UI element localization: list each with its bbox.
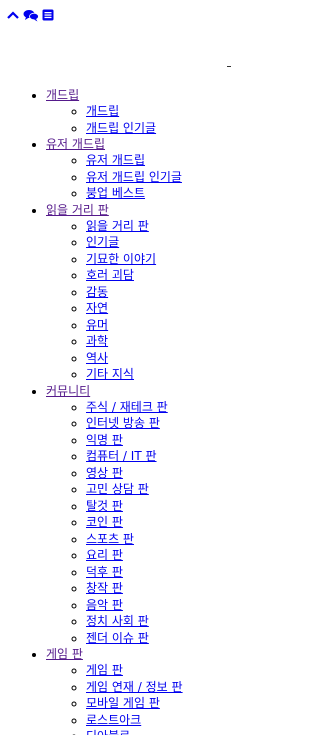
divider-mark (227, 66, 231, 67)
submenu-link[interactable]: 유저 개드립 (86, 153, 145, 167)
submenu-link[interactable]: 붕업 베스트 (86, 186, 145, 200)
submenu-link[interactable]: 인기글 (86, 235, 119, 249)
submenu-list: 게임 판게임 연재 / 정보 판모바일 게임 판로스트아크디아블로LOL (46, 662, 328, 735)
chat-bubbles-icon (23, 9, 39, 21)
submenu-link[interactable]: 기묘한 이야기 (86, 252, 156, 266)
submenu-item: 컴퓨터 / IT 판 (86, 448, 328, 465)
submenu-link[interactable]: 덕후 판 (86, 565, 123, 579)
submenu-item: 탈것 판 (86, 498, 328, 515)
submenu-item: 코인 판 (86, 514, 328, 531)
submenu-item: 디아블로 (86, 728, 328, 735)
comments-link[interactable] (23, 9, 39, 22)
top-toolbar (6, 8, 54, 22)
submenu-link[interactable]: 유저 개드립 인기글 (86, 170, 182, 184)
submenu-item: 모바일 게임 판 (86, 695, 328, 712)
submenu-item: 기타 지식 (86, 366, 328, 383)
submenu-item: 고민 상담 판 (86, 481, 328, 498)
submenu-link[interactable]: 로스트아크 (86, 713, 141, 727)
menu-category-link[interactable]: 커뮤니티 (46, 384, 90, 398)
menu-category-link[interactable]: 게임 판 (46, 647, 83, 661)
list-icon (42, 9, 54, 21)
submenu-item: 유저 개드립 인기글 (86, 169, 328, 186)
submenu-item: 덕후 판 (86, 564, 328, 581)
submenu-list: 읽을 거리 판인기글기묘한 이야기호러 괴담감동자연유머과학역사기타 지식 (46, 218, 328, 383)
menu-category: 게임 판게임 판게임 연재 / 정보 판모바일 게임 판로스트아크디아블로LOL (46, 646, 328, 735)
submenu-item: 읽을 거리 판 (86, 218, 328, 235)
submenu-link[interactable]: 게임 연재 / 정보 판 (86, 680, 183, 694)
submenu-item: 요리 판 (86, 547, 328, 564)
submenu-item: 영상 판 (86, 465, 328, 482)
submenu-link[interactable]: 젠더 이슈 판 (86, 631, 149, 645)
submenu-item: 로스트아크 (86, 712, 328, 729)
menu-category-link[interactable]: 개드립 (46, 88, 79, 102)
submenu-item: 게임 판 (86, 662, 328, 679)
submenu-link[interactable]: 게임 판 (86, 663, 123, 677)
submenu-item: 익명 판 (86, 432, 328, 449)
menu-category-link[interactable]: 유저 개드립 (46, 137, 105, 151)
submenu-item: 인터넷 방송 판 (86, 415, 328, 432)
submenu-item: 감동 (86, 284, 328, 301)
submenu-link[interactable]: 요리 판 (86, 548, 123, 562)
submenu-link[interactable]: 코인 판 (86, 515, 123, 529)
submenu-link[interactable]: 개드립 (86, 104, 119, 118)
menu-category: 커뮤니티주식 / 재테크 판인터넷 방송 판익명 판컴퓨터 / IT 판영상 판… (46, 383, 328, 647)
submenu-link[interactable]: 고민 상담 판 (86, 482, 149, 496)
submenu-item: 유머 (86, 317, 328, 334)
submenu-item: 과학 (86, 333, 328, 350)
submenu-link[interactable]: 디아블로 (86, 729, 130, 735)
submenu-link[interactable]: 유머 (86, 318, 108, 332)
submenu-link[interactable]: 감동 (86, 285, 108, 299)
submenu-link[interactable]: 자연 (86, 301, 108, 315)
menu-category: 읽을 거리 판읽을 거리 판인기글기묘한 이야기호러 괴담감동자연유머과학역사기… (46, 202, 328, 383)
submenu-link[interactable]: 모바일 게임 판 (86, 696, 160, 710)
submenu-item: 유저 개드립 (86, 152, 328, 169)
submenu-link[interactable]: 기타 지식 (86, 367, 134, 381)
menu-category-link[interactable]: 읽을 거리 판 (46, 203, 109, 217)
submenu-link[interactable]: 스포츠 판 (86, 532, 134, 546)
submenu-list: 개드립개드립 인기글 (46, 103, 328, 136)
submenu-item: 붕업 베스트 (86, 185, 328, 202)
submenu-item: 스포츠 판 (86, 531, 328, 548)
submenu-link[interactable]: 역사 (86, 351, 108, 365)
submenu-item: 인기글 (86, 234, 328, 251)
submenu-item: 역사 (86, 350, 328, 367)
submenu-link[interactable]: 탈것 판 (86, 499, 123, 513)
submenu-link[interactable]: 과학 (86, 334, 108, 348)
submenu-link[interactable]: 정치 사회 판 (86, 614, 149, 628)
submenu-link[interactable]: 컴퓨터 / IT 판 (86, 449, 157, 463)
submenu-link[interactable]: 읽을 거리 판 (86, 219, 149, 233)
category-menu: 개드립개드립개드립 인기글유저 개드립유저 개드립유저 개드립 인기글붕업 베스… (0, 87, 328, 735)
submenu-item: 자연 (86, 300, 328, 317)
menu-list-link[interactable] (42, 9, 54, 21)
submenu-link[interactable]: 창작 판 (86, 581, 123, 595)
scroll-top-link[interactable] (6, 9, 20, 21)
submenu-item: 정치 사회 판 (86, 613, 328, 630)
submenu-item: 호러 괴담 (86, 267, 328, 284)
submenu-item: 개드립 인기글 (86, 120, 328, 137)
submenu-item: 젠더 이슈 판 (86, 630, 328, 647)
submenu-link[interactable]: 익명 판 (86, 433, 123, 447)
submenu-item: 게임 연재 / 정보 판 (86, 679, 328, 696)
submenu-link[interactable]: 주식 / 재테크 판 (86, 400, 168, 414)
menu-category: 유저 개드립유저 개드립유저 개드립 인기글붕업 베스트 (46, 136, 328, 202)
submenu-link[interactable]: 음악 판 (86, 598, 123, 612)
submenu-item: 기묘한 이야기 (86, 251, 328, 268)
submenu-item: 주식 / 재테크 판 (86, 399, 328, 416)
submenu-item: 음악 판 (86, 597, 328, 614)
submenu-item: 개드립 (86, 103, 328, 120)
submenu-list: 유저 개드립유저 개드립 인기글붕업 베스트 (46, 152, 328, 202)
submenu-item: 창작 판 (86, 580, 328, 597)
submenu-list: 주식 / 재테크 판인터넷 방송 판익명 판컴퓨터 / IT 판영상 판고민 상… (46, 399, 328, 647)
submenu-link[interactable]: 영상 판 (86, 466, 123, 480)
menu-category: 개드립개드립개드립 인기글 (46, 87, 328, 136)
submenu-link[interactable]: 호러 괴담 (86, 268, 134, 282)
submenu-link[interactable]: 인터넷 방송 판 (86, 416, 160, 430)
chevron-up-icon (7, 11, 19, 19)
submenu-link[interactable]: 개드립 인기글 (86, 121, 156, 135)
